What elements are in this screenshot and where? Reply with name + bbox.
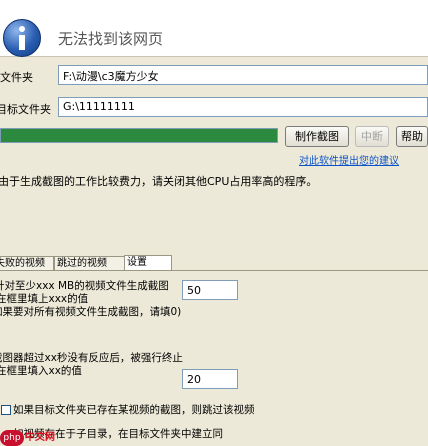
size-option-line2: 在框里填上xxx的值 [0,293,89,305]
size-option-line1: 针对至少xxx MB的视频文件生成截图 [0,280,169,292]
performance-note: 由于生成截图的工作比较费力，请关闭其他CPU占用率高的程序。 [0,175,318,188]
info-icon [3,19,41,57]
tab-skipped-videos[interactable]: 跳过的视频 [54,256,126,270]
feedback-link[interactable]: 对此软件提出您的建议 [299,152,399,167]
php-logo-icon: php [0,430,24,446]
source-folder-field[interactable]: F:\动漫\c3魔方少女 [58,65,428,85]
make-screenshot-button[interactable]: 制作截图 [285,126,349,147]
skip-option-line1: 如果目标文件夹已存在某视频的截图，则跳过该视频 [13,404,255,416]
tab-settings[interactable]: 设置 [124,255,172,271]
size-option-line3: 如果要对所有视频文件生成截图，请填0) [0,306,182,318]
watermark: php 中文网 [0,430,55,446]
target-folder-label: 目标文件夹 [0,103,51,116]
header-title: 无法找到该网页 [58,30,164,48]
timeout-option-line1: 截图器超过xx秒没有反应后，被强行终止 [0,352,183,364]
timeout-option-line2: 在框里填入xx的值 [0,365,82,377]
source-folder-label: 原文件夹 [0,71,33,84]
skip-existing-checkbox[interactable] [1,405,11,415]
target-folder-field[interactable]: G:\11111111 [58,97,428,117]
progress-fill [1,129,277,142]
watermark-text: 中文网 [25,432,55,443]
help-button[interactable]: 帮助 [396,126,428,147]
stop-button[interactable]: 中断 [355,126,389,147]
min-size-input[interactable]: 50 [182,280,238,300]
dialog-header: 无法找到该网页 [0,0,428,57]
tab-failed-videos[interactable]: 失败的视频 [0,256,54,270]
tab-divider [0,270,428,271]
timeout-input[interactable]: 20 [182,369,238,389]
progress-bar [0,128,278,143]
